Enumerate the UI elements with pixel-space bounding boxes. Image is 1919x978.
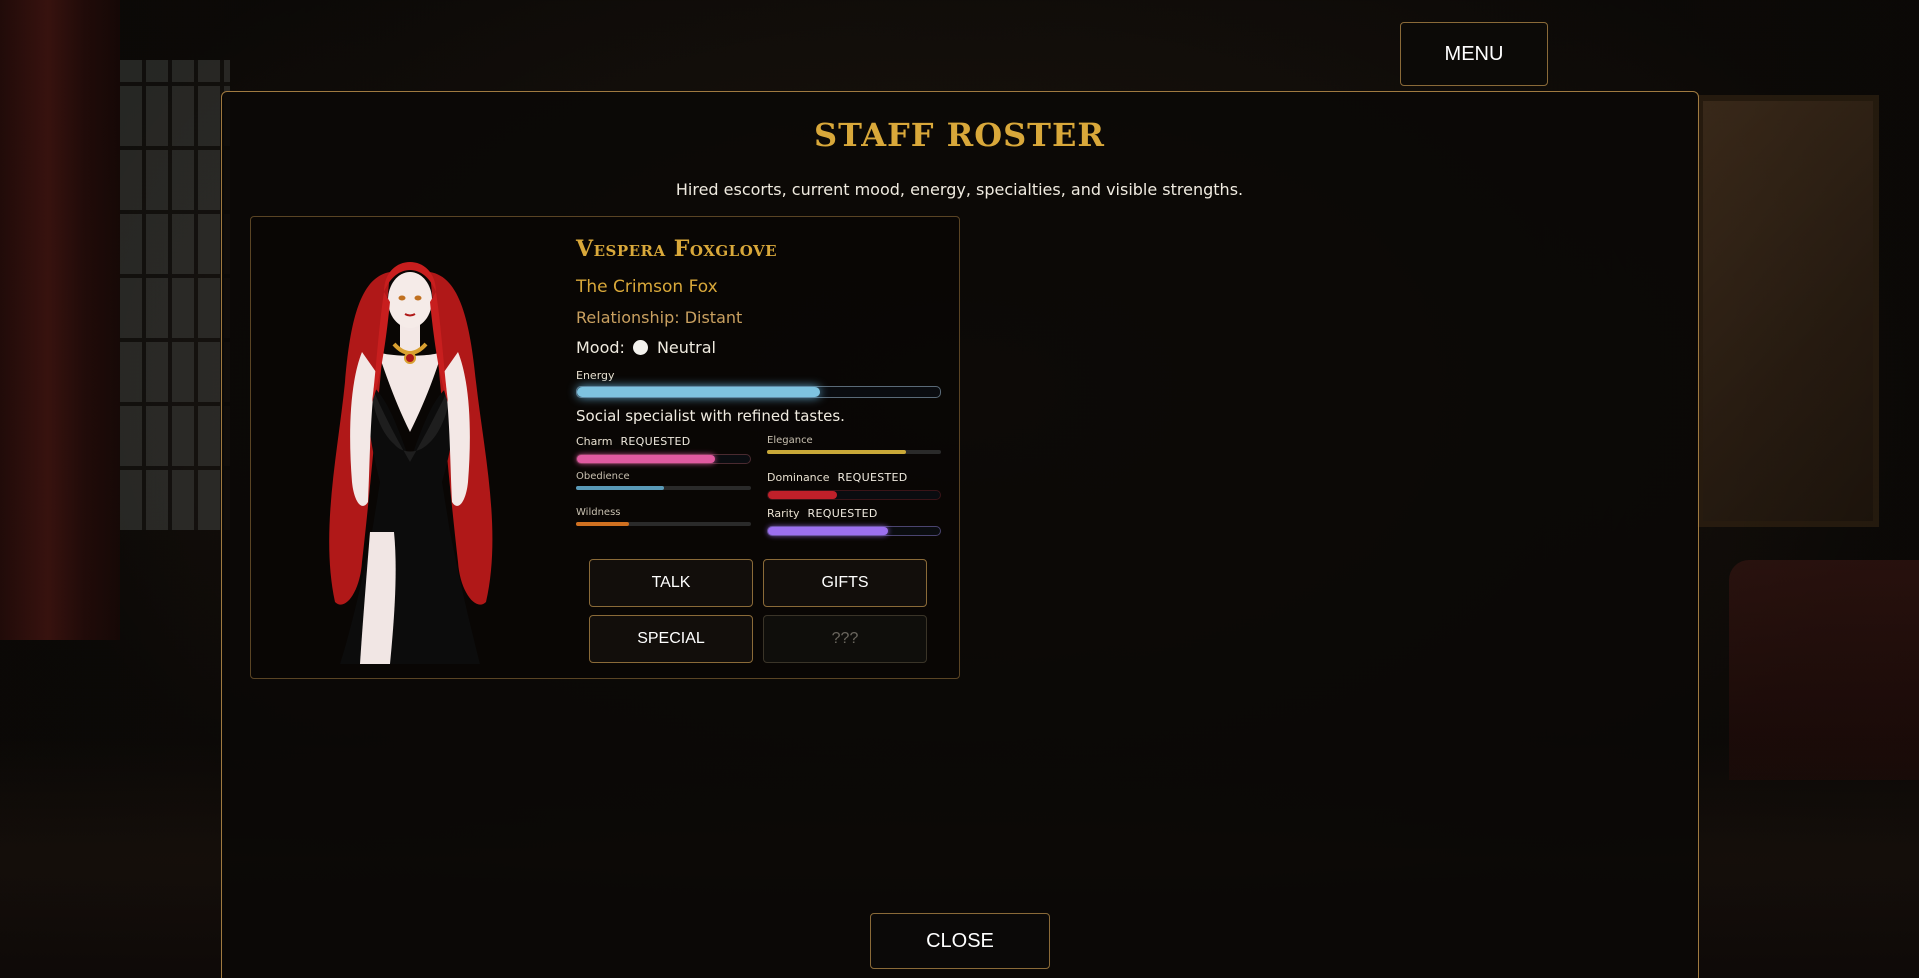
stat-label: Elegance (767, 435, 813, 446)
background-curtain (0, 0, 120, 640)
page-title: STAFF ROSTER (814, 116, 1105, 154)
character-name: Vespera Foxglove (576, 236, 778, 262)
close-button[interactable]: CLOSE (870, 913, 1050, 969)
stat-elegance-bar (767, 450, 941, 454)
stat-label: Charm (576, 435, 613, 448)
mood-label: Mood: (576, 338, 625, 357)
stat-dominance-label: Dominance REQUESTED (767, 471, 908, 484)
stat-rarity-label: Rarity REQUESTED (767, 507, 878, 520)
page-subtitle: Hired escorts, current mood, energy, spe… (675, 180, 1244, 199)
stat-charm-label: Charm REQUESTED (576, 435, 691, 448)
stat-label: Obedience (576, 471, 630, 482)
stat-elegance-fill (767, 450, 907, 454)
stat-rarity-fill (768, 527, 889, 535)
character-title: The Crimson Fox (576, 277, 718, 297)
stat-dominance-bar (767, 490, 941, 500)
background-map-painting (1697, 95, 1879, 527)
locked-action-button[interactable]: ??? (763, 615, 927, 663)
stat-rarity-bar (767, 526, 941, 536)
talk-button[interactable]: TALK (589, 559, 753, 607)
mood-value: Neutral (656, 338, 716, 357)
stat-dominance-fill (768, 491, 837, 499)
stat-label: Rarity (767, 507, 800, 520)
energy-label: Energy (576, 369, 615, 382)
specialty-description: Social specialist with refined tastes. (576, 407, 845, 425)
character-portrait (329, 262, 493, 664)
stat-label: Wildness (576, 507, 621, 518)
special-button[interactable]: SPECIAL (589, 615, 753, 663)
stat-charm-bar (576, 454, 751, 464)
requested-badge: REQUESTED (837, 471, 908, 484)
requested-badge: REQUESTED (807, 507, 878, 520)
menu-button[interactable]: MENU (1400, 22, 1548, 86)
stat-wildness-label: Wildness (576, 507, 620, 518)
mood-row: Mood: Neutral (576, 338, 716, 357)
stat-wildness-bar (576, 522, 751, 526)
requested-badge: REQUESTED (620, 435, 691, 448)
stat-obedience-label: Obedience (576, 471, 630, 482)
stat-elegance-label: Elegance (767, 435, 813, 446)
mood-neutral-icon (632, 340, 648, 355)
energy-bar (576, 386, 941, 398)
stat-obedience-bar (576, 486, 751, 490)
gifts-button[interactable]: GIFTS (763, 559, 927, 607)
energy-bar-fill (577, 387, 821, 397)
stat-label: Dominance (767, 471, 830, 484)
relationship-status: Relationship: Distant (576, 308, 743, 327)
stat-charm-fill (577, 455, 716, 463)
stat-obedience-fill (576, 486, 664, 490)
stat-wildness-fill (576, 522, 629, 526)
